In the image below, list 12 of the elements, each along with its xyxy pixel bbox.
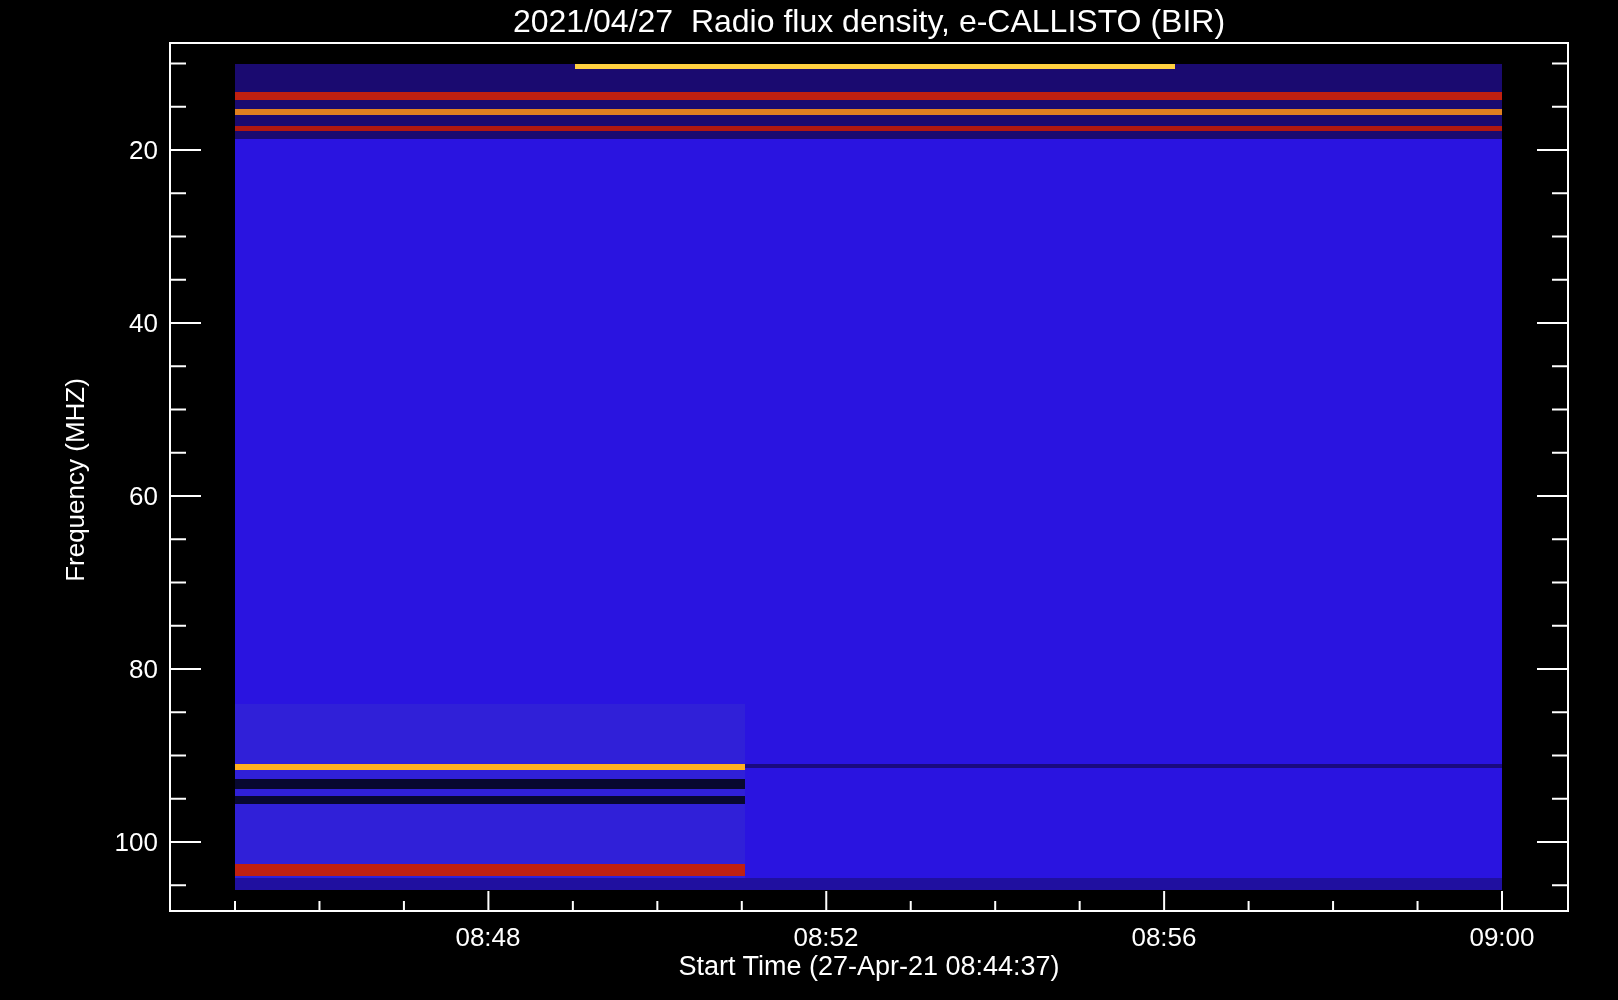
x-tick-label: 08:48	[455, 922, 521, 952]
y-axis-label: Frequency (MHZ)	[60, 378, 90, 582]
y-tick-label: 100	[114, 827, 158, 857]
x-axis-label: Start Time (27-Apr-21 08:44:37)	[678, 951, 1060, 981]
y-tick-label: 80	[129, 654, 158, 684]
x-tick-label: 08:52	[793, 922, 859, 952]
y-tick-label: 60	[129, 481, 158, 511]
y-tick-label: 40	[129, 308, 158, 338]
chart-title: 2021/04/27 Radio flux density, e-CALLISTO (BIR)	[512, 3, 1226, 39]
x-tick-label: 09:00	[1469, 922, 1535, 952]
x-tick-label: 08:56	[1131, 922, 1197, 952]
y-tick-label: 20	[129, 135, 158, 165]
